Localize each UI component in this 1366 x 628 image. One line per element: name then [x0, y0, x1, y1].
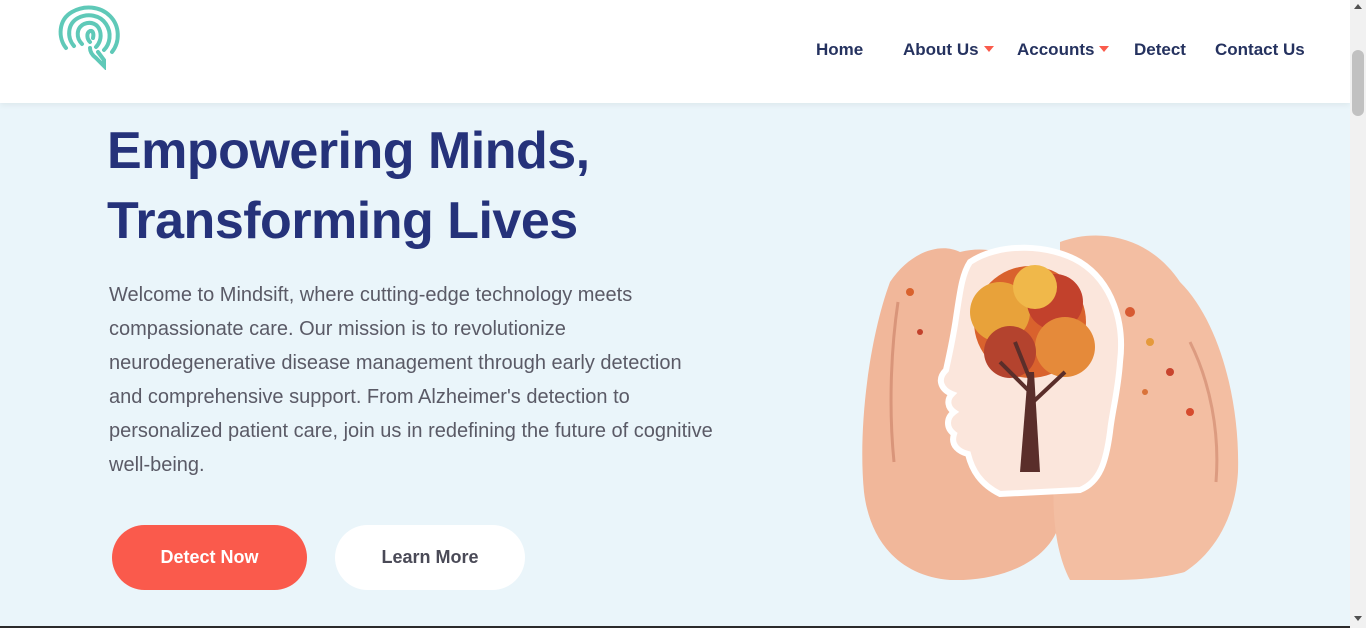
site-header: Home About Us Accounts Detect Contact Us — [0, 0, 1350, 103]
nav-detect[interactable]: Detect — [1134, 38, 1186, 62]
hero-description: Welcome to Mindsift, where cutting-edge … — [109, 284, 713, 476]
scroll-thumb[interactable] — [1352, 50, 1364, 116]
nav-about-us-label: About Us — [903, 40, 979, 59]
nav-contact-us-label: Contact Us — [1215, 40, 1305, 59]
vertical-scrollbar[interactable] — [1350, 0, 1366, 628]
caret-down-icon — [1099, 45, 1110, 52]
detect-now-button[interactable]: Detect Now — [112, 525, 307, 590]
hero-title: Empowering Minds, Transforming Lives — [107, 116, 590, 256]
nav-home[interactable]: Home — [816, 38, 863, 62]
nav-accounts-label: Accounts — [1017, 40, 1095, 59]
learn-more-button[interactable]: Learn More — [335, 525, 525, 590]
nav-about-us[interactable]: About Us — [903, 38, 994, 62]
nav-home-label: Home — [816, 40, 864, 59]
hero-title-line2: Transforming Lives — [107, 192, 578, 250]
hero-illustration — [850, 222, 1250, 582]
fingerprint-logo-icon[interactable] — [54, 2, 124, 71]
page: Home About Us Accounts Detect Contact Us… — [0, 0, 1366, 628]
caret-down-icon — [983, 45, 994, 52]
hero-title-line1: Empowering Minds, — [107, 122, 590, 180]
scroll-down-icon[interactable] — [1354, 616, 1362, 621]
nav-detect-label: Detect — [1134, 40, 1186, 59]
nav-contact-us[interactable]: Contact Us — [1215, 38, 1305, 62]
scroll-up-icon[interactable] — [1354, 4, 1362, 9]
nav-accounts[interactable]: Accounts — [1017, 38, 1110, 62]
